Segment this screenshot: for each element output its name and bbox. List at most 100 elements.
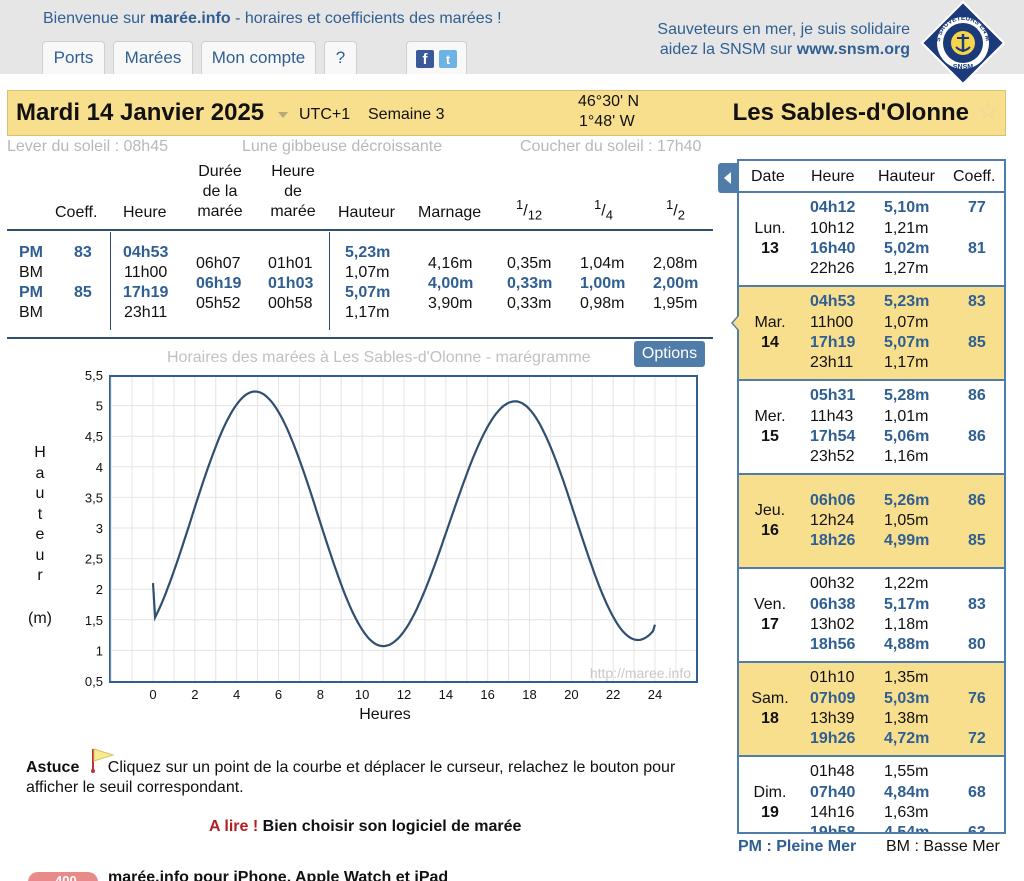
welcome-text: Bienvenue sur marée.info - horaires et c… bbox=[43, 10, 502, 27]
tide-chart[interactable]: 0,511,522,533,544,555,5 0 2 4 6 8 10 12 14 16 18 2… bbox=[0, 360, 720, 730]
x-tick-label: 20 bbox=[564, 687, 578, 702]
day-group[interactable]: Mer. 15 05h31 5,28m 86 11h43 1,01m 17h54 5,06m 86… bbox=[739, 381, 1004, 473]
tide-heure: 11h43 bbox=[810, 407, 854, 425]
social-tab: f t bbox=[406, 41, 467, 74]
legend-pm: PM : Pleine Mer bbox=[738, 838, 857, 855]
col-marnage: Marnage bbox=[418, 204, 482, 221]
tide-heure: 10h12 bbox=[810, 219, 855, 237]
day-group[interactable]: Ven. 17 00h32 1,22m 06h38 5,17m 83 13h02 1,18m 18… bbox=[739, 569, 1004, 661]
tide-heure: 23h11 bbox=[810, 354, 854, 372]
tide-heure: 01h48 bbox=[810, 763, 855, 781]
twitter-icon[interactable]: t bbox=[439, 50, 457, 68]
y-tick-label: 4 bbox=[96, 460, 103, 475]
date-bar: Mardi 14 Janvier 2025 UTC+1 Semaine 3 46… bbox=[7, 90, 1006, 136]
chart-x-label: Heures bbox=[359, 706, 411, 723]
tide-heure: 22h26 bbox=[810, 260, 855, 278]
tide-heure: 11h00 bbox=[810, 313, 854, 331]
x-tick-label: 18 bbox=[522, 687, 536, 702]
tide-heure: 16h40 bbox=[810, 240, 856, 257]
tide-heure: 04h12 bbox=[810, 199, 856, 217]
y-tick-label: 4,5 bbox=[85, 429, 103, 444]
y-tick-label: 0,5 bbox=[85, 674, 103, 689]
tide-heure: 13h39 bbox=[810, 710, 855, 727]
day-group[interactable]: Mar. 14 04h53 5,23m 83 11h00 1,07m 17h19 5,07m 85… bbox=[739, 287, 1004, 379]
col-duree: Durée de la marée bbox=[197, 163, 243, 220]
port-name: Les Sables-d'Olonne bbox=[732, 99, 969, 126]
panel-col-date: Date bbox=[751, 168, 785, 185]
table-top-rule bbox=[7, 229, 713, 231]
col-demi: 1/2 bbox=[666, 197, 685, 223]
sunrise: Lever du soleil : 08h45 bbox=[7, 138, 168, 155]
tide-heure: 05h31 bbox=[810, 387, 856, 405]
table-divider bbox=[110, 232, 111, 330]
tide-coeff: 86 bbox=[968, 428, 986, 445]
app-badge[interactable]: 400 bbox=[28, 872, 98, 881]
tide-coeff: 83 bbox=[968, 595, 986, 613]
tide-heure: 18h56 bbox=[810, 636, 856, 654]
snsm-logo-icon[interactable]: LES SAUVETEURS EN MER SNSM bbox=[920, 0, 1006, 86]
tide-coeff: 83 bbox=[968, 293, 986, 311]
x-tick-label: 2 bbox=[191, 687, 198, 702]
port-coordinates: 46°30' N 1°48' W bbox=[578, 93, 640, 130]
x-tick-label: 4 bbox=[233, 687, 240, 702]
col-douzieme: 1/12 bbox=[516, 197, 543, 223]
table-divider bbox=[329, 232, 330, 330]
chart-watermark: http://maree.info bbox=[590, 665, 691, 681]
tab-marees[interactable]: Marées bbox=[113, 41, 193, 74]
day-label: Sam. 18 bbox=[751, 690, 789, 727]
tide-heure: 07h40 bbox=[810, 783, 856, 801]
x-tick-label: 24 bbox=[648, 687, 662, 702]
facebook-icon[interactable]: f bbox=[416, 50, 434, 68]
legend-bm: BM : Basse Mer bbox=[886, 838, 1000, 855]
tide-coeff: 63 bbox=[968, 824, 986, 834]
tide-heure: 14h16 bbox=[810, 804, 855, 821]
day-group[interactable]: Dim. 19 01h48 1,55m 07h40 4,84m 68 14h16 1,63m 19… bbox=[739, 757, 1004, 834]
tide-coeff: 85 bbox=[968, 532, 986, 550]
tab-ports[interactable]: Ports bbox=[42, 41, 105, 74]
tide-hauteur: 1,21m bbox=[884, 219, 929, 237]
chevron-down-icon[interactable] bbox=[278, 112, 288, 118]
read-link[interactable]: A lire ! Bien choisir son logiciel de ma… bbox=[209, 818, 521, 836]
day-group[interactable]: Jeu. 16 06h06 5,26m 86 12h24 1,05m 18h26 4,99m 85 bbox=[739, 475, 1004, 567]
tide-heure: 04h53 bbox=[810, 293, 856, 311]
tide-heure: 12h24 bbox=[810, 511, 855, 529]
tide-coeff: 80 bbox=[968, 636, 986, 654]
tide-heure: 00h32 bbox=[810, 575, 855, 593]
x-tick-label: 12 bbox=[397, 687, 411, 702]
day-group[interactable]: Sam. 18 01h10 1,35m 07h09 5,03m 76 13h39 1,38m 19… bbox=[739, 663, 1004, 755]
sunset: Coucher du soleil : 17h40 bbox=[520, 138, 702, 155]
tide-hauteur: 1,16m bbox=[884, 448, 929, 466]
x-axis-ticks: 0 2 4 6 8 10 12 14 16 18 20 22 24 bbox=[149, 687, 662, 702]
tide-hauteur: 5,06m bbox=[884, 428, 930, 445]
tab-mon-compte[interactable]: Mon compte bbox=[201, 41, 316, 74]
y-tick-label: 5 bbox=[96, 399, 103, 414]
tide-coeff: 86 bbox=[968, 387, 986, 405]
x-tick-label: 10 bbox=[355, 687, 369, 702]
tide-hauteur: 5,26m bbox=[884, 491, 930, 509]
tide-coeff: 76 bbox=[968, 689, 986, 707]
day-label: Jeu. 16 bbox=[754, 502, 786, 539]
tide-heure: 06h06 bbox=[810, 491, 856, 509]
app-promo[interactable]: marée.info pour iPhone, Apple Watch et i… bbox=[108, 869, 448, 881]
tide-hauteur: 5,10m bbox=[884, 199, 930, 217]
tide-heure: 18h26 bbox=[810, 532, 856, 550]
y-tick-label: 1,5 bbox=[85, 613, 103, 628]
favorite-star-icon[interactable]: ☆ bbox=[977, 97, 999, 126]
tide-hauteur: 1,05m bbox=[884, 511, 929, 529]
tide-heure: 23h52 bbox=[810, 448, 855, 466]
site-link[interactable]: marée.info bbox=[150, 10, 231, 27]
collapse-panel-button[interactable] bbox=[718, 163, 738, 193]
day-label: Dim. 19 bbox=[753, 784, 787, 821]
utc-offset: UTC+1 bbox=[299, 106, 351, 123]
tide-hauteur: 4,84m bbox=[884, 783, 930, 801]
date-title[interactable]: Mardi 14 Janvier 2025 bbox=[16, 99, 264, 127]
panel-col-hauteur: Hauteur bbox=[878, 168, 935, 185]
tide-hauteur: 1,38m bbox=[884, 710, 929, 727]
tide-coeff: 77 bbox=[968, 199, 986, 217]
panel-col-coeff: Coeff. bbox=[953, 168, 996, 185]
tab-help[interactable]: ? bbox=[324, 41, 357, 74]
table-bottom-rule bbox=[7, 337, 713, 339]
day-group[interactable]: Lun. 13 04h12 5,10m 77 10h12 1,21m 16h40 5,02m 81… bbox=[739, 193, 1004, 285]
snsm-text[interactable]: Sauveteurs en mer, je suis solidaire aid… bbox=[657, 20, 910, 60]
tide-hauteur: 4,72m bbox=[884, 730, 930, 748]
